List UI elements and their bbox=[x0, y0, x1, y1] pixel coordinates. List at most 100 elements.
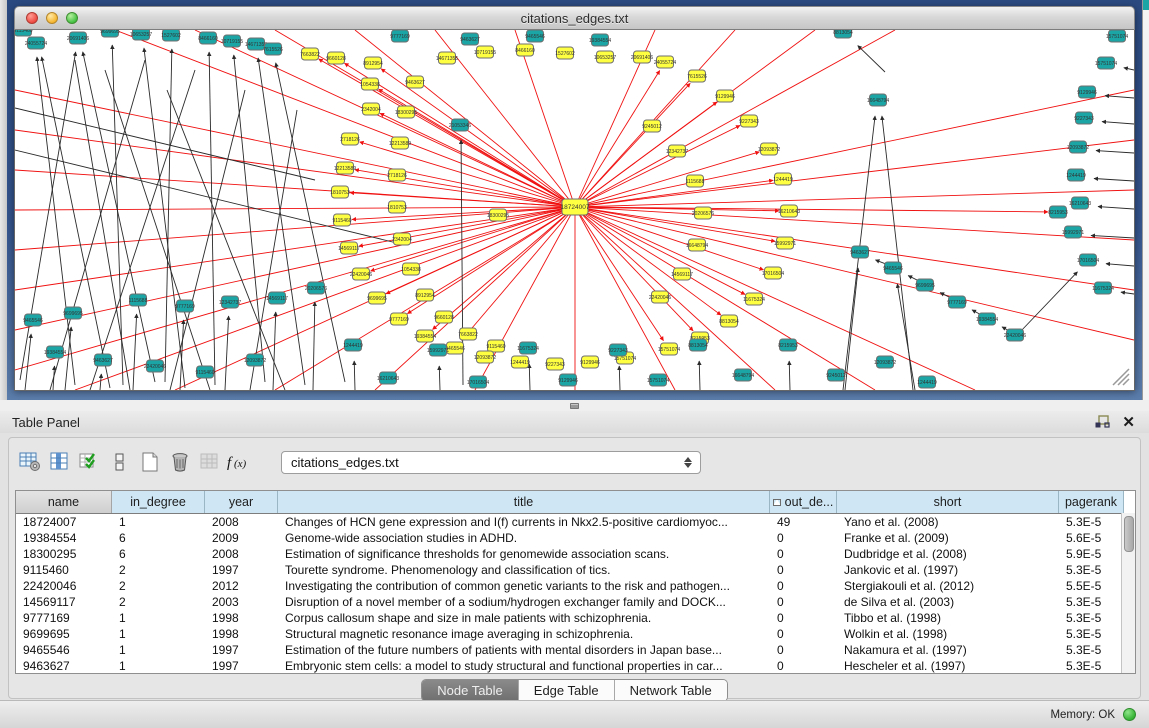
graph-node[interactable]: 18300295 bbox=[395, 106, 417, 118]
function-builder-icon[interactable]: f(x) bbox=[225, 448, 255, 476]
graph-node[interactable]: 8466160 bbox=[515, 44, 535, 56]
graph-node[interactable]: 9463627 bbox=[460, 33, 480, 45]
cell-in_degree[interactable]: 1 bbox=[112, 610, 205, 626]
cell-short[interactable]: Hescheler et al. (1997) bbox=[837, 658, 1059, 674]
cell-pagerank[interactable]: 5.3E-5 bbox=[1059, 626, 1124, 642]
graph-node[interactable]: 20206576 bbox=[305, 282, 327, 294]
graph-node[interactable]: 12213589 bbox=[334, 162, 356, 174]
graph-node[interactable]: 9227343 bbox=[1074, 112, 1094, 124]
graph-node[interactable]: 2342004 bbox=[361, 103, 381, 115]
cell-in_degree[interactable]: 2 bbox=[112, 594, 205, 610]
graph-node[interactable]: 17016504 bbox=[1077, 254, 1099, 266]
cell-year[interactable]: 1997 bbox=[205, 562, 278, 578]
graph-node[interactable]: 12342737 bbox=[219, 296, 241, 308]
graph-node[interactable]: 20691406 bbox=[631, 51, 653, 63]
column-header-short[interactable]: short bbox=[837, 491, 1059, 513]
graph-node[interactable]: 1244419 bbox=[343, 339, 363, 351]
graph-node[interactable]: 15992971 bbox=[1062, 226, 1084, 238]
graph-node[interactable]: 14569117 bbox=[266, 292, 288, 304]
cell-name[interactable]: 18724007 bbox=[16, 514, 112, 530]
graph-node[interactable]: 9115460 bbox=[15, 30, 33, 36]
cell-name[interactable]: 18300295 bbox=[16, 546, 112, 562]
graph-node[interactable]: 7663822 bbox=[458, 328, 478, 340]
table-row[interactable]: 977716911998Corpus callosum shape and si… bbox=[16, 610, 1135, 626]
delete-table-icon[interactable] bbox=[165, 448, 195, 476]
graph-node[interactable]: 15992971 bbox=[774, 237, 796, 249]
cell-in_degree[interactable]: 2 bbox=[112, 562, 205, 578]
graph-node[interactable]: 9115460 bbox=[332, 214, 351, 226]
cell-short[interactable]: de Silva et al. (2003) bbox=[837, 594, 1059, 610]
cell-title[interactable]: Investigating the contribution of common… bbox=[278, 578, 770, 594]
graph-node[interactable]: 14569117 bbox=[338, 242, 360, 254]
cell-name[interactable]: 9463627 bbox=[16, 658, 112, 674]
cell-year[interactable]: 1998 bbox=[205, 626, 278, 642]
graph-node[interactable]: 9129946 bbox=[580, 356, 600, 368]
graph-node[interactable]: 9115460 bbox=[486, 340, 505, 352]
cell-year[interactable]: 2008 bbox=[205, 546, 278, 562]
cell-title[interactable]: Tourette syndrome. Phenomenology and cla… bbox=[278, 562, 770, 578]
network-canvas[interactable]: 9115460240557242069140696996951065325715… bbox=[14, 30, 1135, 391]
cell-pagerank[interactable]: 5.6E-5 bbox=[1059, 530, 1124, 546]
graph-node[interactable]: 1244419 bbox=[917, 376, 937, 388]
cell-pagerank[interactable]: 5.3E-5 bbox=[1059, 642, 1124, 658]
graph-node[interactable]: 12093872 bbox=[874, 356, 896, 368]
table-row[interactable]: 969969511998Structural magnetic resonanc… bbox=[16, 626, 1135, 642]
graph-node[interactable]: 14671355 bbox=[436, 52, 458, 64]
graph-node[interactable]: 19384554 bbox=[414, 330, 436, 342]
graph-node[interactable]: 22420046 bbox=[1004, 329, 1026, 341]
cell-in_degree[interactable]: 1 bbox=[112, 642, 205, 658]
graph-node[interactable]: 16648794 bbox=[732, 369, 754, 381]
cell-in_degree[interactable]: 1 bbox=[112, 626, 205, 642]
cell-short[interactable]: Yano et al. (2008) bbox=[837, 514, 1059, 530]
tab-network-table[interactable]: Network Table bbox=[615, 680, 727, 701]
graph-node[interactable]: 22420046 bbox=[144, 360, 166, 372]
graph-node[interactable]: 9465546 bbox=[883, 262, 903, 274]
cell-in_degree[interactable]: 2 bbox=[112, 578, 205, 594]
new-table-icon[interactable] bbox=[135, 448, 165, 476]
cell-pagerank[interactable]: 5.9E-5 bbox=[1059, 546, 1124, 562]
cell-short[interactable]: Jankovic et al. (1997) bbox=[837, 562, 1059, 578]
cell-title[interactable]: Embryonic stem cells: a model to study s… bbox=[278, 658, 770, 674]
cell-out_degree[interactable]: 0 bbox=[770, 642, 837, 658]
graph-node[interactable]: 8813054 bbox=[688, 339, 708, 351]
table-row[interactable]: 1938455462009Genome-wide association stu… bbox=[16, 530, 1135, 546]
cell-pagerank[interactable]: 5.3E-5 bbox=[1059, 594, 1124, 610]
cell-out_degree[interactable]: 0 bbox=[770, 610, 837, 626]
graph-node[interactable]: 11675324 bbox=[517, 342, 539, 354]
graph-node[interactable]: 9245012 bbox=[642, 120, 662, 132]
graph-node[interactable]: 9699695 bbox=[100, 30, 120, 37]
graph-node[interactable]: 9777169 bbox=[389, 313, 409, 325]
graph-node[interactable]: 1244419 bbox=[510, 356, 530, 368]
graph-node[interactable]: 15751074 bbox=[1106, 30, 1128, 42]
cell-in_degree[interactable]: 6 bbox=[112, 530, 205, 546]
tab-node-table[interactable]: Node Table bbox=[422, 680, 519, 701]
graph-node[interactable]: 2718126 bbox=[387, 169, 407, 181]
graph-node[interactable]: 16648794 bbox=[686, 239, 708, 251]
cell-out_degree[interactable]: 0 bbox=[770, 530, 837, 546]
graph-node[interactable]: 19384554 bbox=[976, 313, 998, 325]
network-table-select[interactable]: citations_edges.txt bbox=[281, 451, 701, 474]
graph-node[interactable]: 12342737 bbox=[666, 145, 688, 157]
cell-name[interactable]: 9699695 bbox=[16, 626, 112, 642]
cell-in_degree[interactable]: 1 bbox=[112, 658, 205, 674]
graph-node[interactable]: 24055724 bbox=[654, 56, 676, 68]
cell-in_degree[interactable]: 1 bbox=[112, 514, 205, 530]
graph-node[interactable]: 1527602 bbox=[161, 30, 181, 41]
table-row[interactable]: 2242004622012Investigating the contribut… bbox=[16, 578, 1135, 594]
graph-node[interactable]: 1115688 bbox=[129, 294, 148, 306]
column-visibility-icon[interactable] bbox=[45, 448, 75, 476]
graph-node[interactable]: 9699695 bbox=[915, 279, 935, 291]
cell-out_degree[interactable]: 0 bbox=[770, 578, 837, 594]
graph-node[interactable]: 9465546 bbox=[23, 314, 43, 326]
graph-node[interactable]: 20691406 bbox=[67, 32, 89, 44]
cell-title[interactable]: Corpus callosum shape and size in male p… bbox=[278, 610, 770, 626]
cell-year[interactable]: 2009 bbox=[205, 530, 278, 546]
cell-year[interactable]: 1997 bbox=[205, 642, 278, 658]
cell-pagerank[interactable]: 5.3E-5 bbox=[1059, 610, 1124, 626]
graph-node[interactable]: 9227343 bbox=[545, 358, 565, 370]
graph-node[interactable]: 12093872 bbox=[1067, 141, 1089, 153]
column-header-pagerank[interactable]: pagerank bbox=[1059, 491, 1124, 513]
graph-node[interactable]: 12213589 bbox=[389, 137, 411, 149]
graph-node[interactable]: 17016504 bbox=[762, 267, 784, 279]
graph-node[interactable]: 1244419 bbox=[1066, 169, 1086, 181]
